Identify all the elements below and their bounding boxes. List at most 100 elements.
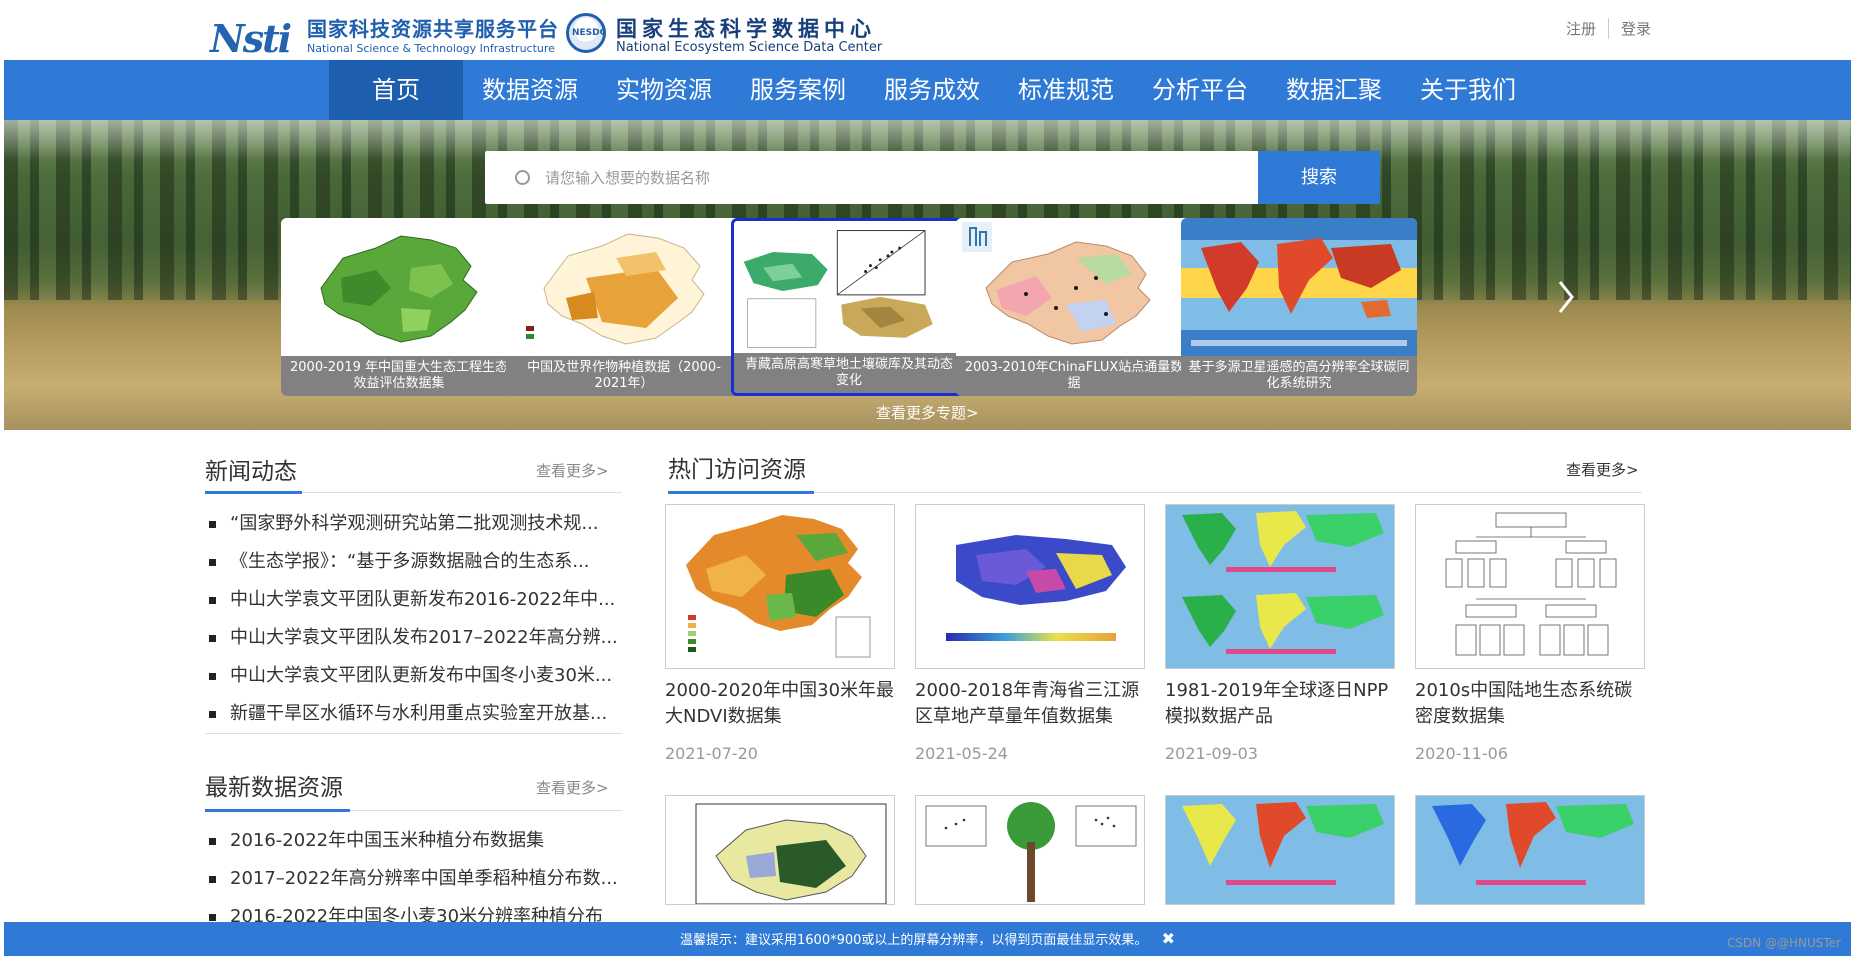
news-item[interactable]: 中山大学袁文平团队发布2017–2022年高分辨... bbox=[206, 619, 622, 657]
nesdc-logo-title: 国家生态科学数据中心 bbox=[616, 17, 876, 41]
chevron-left-icon bbox=[291, 281, 307, 313]
topic-card[interactable]: 中国及世界作物种植数据（2000-2021年） bbox=[506, 218, 742, 396]
more-topics-link[interactable]: 查看更多专题> bbox=[876, 402, 979, 423]
nav-item-analysis-platform[interactable]: 分析平台 bbox=[1133, 60, 1267, 120]
china-grid-map bbox=[666, 796, 894, 904]
news-item[interactable]: 中山大学袁文平团队更新发布中国冬小麦30米... bbox=[206, 657, 622, 695]
popular-section-title: 热门访问资源 bbox=[668, 457, 806, 483]
topic-thumbnail-tibet-soil-carbon bbox=[734, 222, 964, 358]
topic-thumbnail-global-carbon bbox=[1181, 218, 1417, 356]
carbon-density-flowchart bbox=[1416, 505, 1644, 668]
resource-card-partial[interactable] bbox=[915, 795, 1145, 905]
nesdc-logo-subtitle: National Ecosystem Science Data Center bbox=[616, 40, 883, 55]
nav-item-physical-resources[interactable]: 实物资源 bbox=[597, 60, 731, 120]
resource-thumbnail bbox=[1415, 504, 1645, 669]
topic-card[interactable]: 2000-2019 年中国重大生态工程生态效益评估数据集 bbox=[281, 218, 517, 396]
search-input[interactable] bbox=[545, 151, 1245, 204]
login-link[interactable]: 登录 bbox=[1607, 18, 1663, 39]
nav-item-data-aggregation[interactable]: 数据汇聚 bbox=[1267, 60, 1401, 120]
latest-list: 2016-2022年中国玉米种植分布数据集 2017–2022年高分辨率中国单季… bbox=[206, 822, 622, 936]
resolution-notice-text: 温馨提示：建议采用1600*900或以上的屏幕分辨率，以得到页面最佳显示效果。 bbox=[680, 933, 1148, 948]
resource-thumbnail bbox=[1165, 504, 1395, 669]
close-icon[interactable]: ✖ bbox=[1162, 922, 1175, 956]
nsti-logo-title: 国家科技资源共享服务平台 bbox=[307, 17, 559, 41]
news-item[interactable]: 中山大学袁文平团队更新发布2016-2022年中... bbox=[206, 581, 622, 619]
carousel-prev-arrow[interactable] bbox=[290, 280, 308, 314]
register-link[interactable]: 注册 bbox=[1554, 18, 1608, 39]
global-npp-map bbox=[1166, 505, 1394, 668]
tree-scatter-diagram bbox=[916, 796, 1144, 904]
nsti-logo[interactable]: Nsti 国家科技资源共享服务平台 National Science & Tec… bbox=[210, 10, 558, 61]
nav-item-home[interactable]: 首页 bbox=[329, 60, 463, 120]
main-nav: 首页 数据资源 实物资源 服务案例 服务成效 标准规范 分析平台 数据汇聚 关于… bbox=[4, 60, 1851, 120]
topic-caption: 基于多源卫星遥感的高分辨率全球碳同化系统研究 bbox=[1181, 356, 1417, 396]
global-map-blue bbox=[1416, 796, 1644, 904]
topic-caption: 2003-2010年ChinaFLUX站点通量数据 bbox=[956, 356, 1192, 396]
chevron-right-icon bbox=[1558, 281, 1574, 313]
news-item[interactable]: 《生态学报》：“基于多源数据融合的生态系... bbox=[206, 543, 622, 581]
resource-card-partial[interactable] bbox=[1165, 795, 1395, 905]
nav-list: 首页 数据资源 实物资源 服务案例 服务成效 标准规范 分析平台 数据汇聚 关于… bbox=[329, 60, 1535, 120]
resource-thumbnail bbox=[665, 504, 895, 669]
topic-caption: 中国及世界作物种植数据（2000-2021年） bbox=[506, 356, 742, 396]
latest-item[interactable]: 2017–2022年高分辨率中国单季稻种植分布数... bbox=[206, 860, 622, 898]
topic-thumbnail-china-ecology-map bbox=[281, 218, 517, 356]
resource-name: 2000-2018年青海省三江源区草地产草量年值数据集 bbox=[915, 680, 1140, 727]
nesdc-logo[interactable]: NESDC 国家生态科学数据中心 National Ecosystem Scie… bbox=[566, 10, 886, 56]
topic-thumbnail-chinaflux-map bbox=[956, 218, 1192, 356]
popular-more-link[interactable]: 查看更多> bbox=[1566, 459, 1639, 480]
nsti-logo-subtitle: National Science & Technology Infrastruc… bbox=[307, 42, 555, 55]
nav-item-standards[interactable]: 标准规范 bbox=[999, 60, 1133, 120]
search-box bbox=[485, 151, 1378, 204]
nav-item-about[interactable]: 关于我们 bbox=[1401, 60, 1535, 120]
topic-card-selected[interactable]: 青藏高原高寒草地土壤碳库及其动态变化 bbox=[731, 218, 967, 396]
resource-card[interactable]: 2000-2020年中国30米年最大NDVI数据集 2021-07-20 bbox=[665, 504, 895, 763]
auth-links: 注册 登录 bbox=[1554, 18, 1663, 39]
nav-item-data-resources[interactable]: 数据资源 bbox=[463, 60, 597, 120]
resource-date: 2021-09-03 bbox=[1165, 744, 1258, 763]
csdn-watermark: CSDN @@HNUSTer bbox=[1726, 936, 1841, 950]
hero-banner: 搜索 2000-2019 年中国重大生态工程生态效益评估数据集 bbox=[4, 120, 1851, 430]
news-list: “国家野外科学观测研究站第二批观测技术规... 《生态学报》：“基于多源数据融合… bbox=[206, 505, 622, 733]
resolution-notice-bar: 温馨提示：建议采用1600*900或以上的屏幕分辨率，以得到页面最佳显示效果。 … bbox=[4, 922, 1851, 956]
site-header: Nsti 国家科技资源共享服务平台 National Science & Tec… bbox=[4, 0, 1851, 61]
resource-date: 2021-07-20 bbox=[665, 744, 758, 763]
topic-caption: 青藏高原高寒草地土壤碳库及其动态变化 bbox=[734, 353, 964, 393]
news-section-title: 新闻动态 bbox=[205, 459, 297, 485]
resource-name: 1981-2019年全球逐日NPP模拟数据产品 bbox=[1165, 680, 1389, 727]
topic-carousel: 2000-2019 年中国重大生态工程生态效益评估数据集 中国及世界作物种植数据… bbox=[281, 218, 1581, 398]
latest-item[interactable]: 2016-2022年中国玉米种植分布数据集 bbox=[206, 822, 622, 860]
carousel-next-arrow[interactable] bbox=[1557, 280, 1575, 314]
resource-date: 2020-11-06 bbox=[1415, 744, 1508, 763]
resource-card-partial[interactable] bbox=[1415, 795, 1645, 905]
nesdc-emblem-text: NESDC bbox=[572, 28, 607, 38]
china-ndvi-map bbox=[666, 505, 894, 668]
topic-thumbnail-crop-map bbox=[506, 218, 742, 356]
nesdc-emblem-icon: NESDC bbox=[566, 13, 606, 53]
popular-title-underline bbox=[668, 491, 814, 494]
search-button[interactable]: 搜索 bbox=[1258, 151, 1380, 204]
topic-caption: 2000-2019 年中国重大生态工程生态效益评估数据集 bbox=[281, 356, 517, 396]
resource-name: 2010s中国陆地生态系统碳密度数据集 bbox=[1415, 680, 1633, 727]
latest-section-title: 最新数据资源 bbox=[205, 775, 343, 801]
popular-divider bbox=[668, 492, 1642, 493]
resource-name: 2000-2020年中国30米年最大NDVI数据集 bbox=[665, 680, 895, 727]
news-item[interactable]: “国家野外科学观测研究站第二批观测技术规... bbox=[206, 505, 622, 543]
resource-card[interactable]: 2000-2018年青海省三江源区草地产草量年值数据集 2021-05-24 bbox=[915, 504, 1145, 763]
nsti-logo-mark: Nsti bbox=[210, 16, 292, 61]
topic-card[interactable]: 2003-2010年ChinaFLUX站点通量数据 bbox=[956, 218, 1192, 396]
news-bottom-divider bbox=[205, 733, 622, 734]
resource-card[interactable]: 2010s中国陆地生态系统碳密度数据集 2020-11-06 bbox=[1415, 504, 1645, 763]
latest-more-link[interactable]: 查看更多> bbox=[536, 777, 609, 798]
news-item[interactable]: 新疆干旱区水循环与水利用重点实验室开放基... bbox=[206, 695, 622, 733]
topic-card[interactable]: 基于多源卫星遥感的高分辨率全球碳同化系统研究 bbox=[1181, 218, 1417, 396]
global-map-red bbox=[1166, 796, 1394, 904]
nav-item-service-cases[interactable]: 服务案例 bbox=[731, 60, 865, 120]
news-more-link[interactable]: 查看更多> bbox=[536, 460, 609, 481]
nav-item-service-results[interactable]: 服务成效 bbox=[865, 60, 999, 120]
resource-card[interactable]: 1981-2019年全球逐日NPP模拟数据产品 2021-09-03 bbox=[1165, 504, 1395, 763]
resource-card-partial[interactable] bbox=[665, 795, 895, 905]
resource-thumbnail bbox=[915, 504, 1145, 669]
resource-date: 2021-05-24 bbox=[915, 744, 1008, 763]
search-icon bbox=[515, 170, 530, 185]
